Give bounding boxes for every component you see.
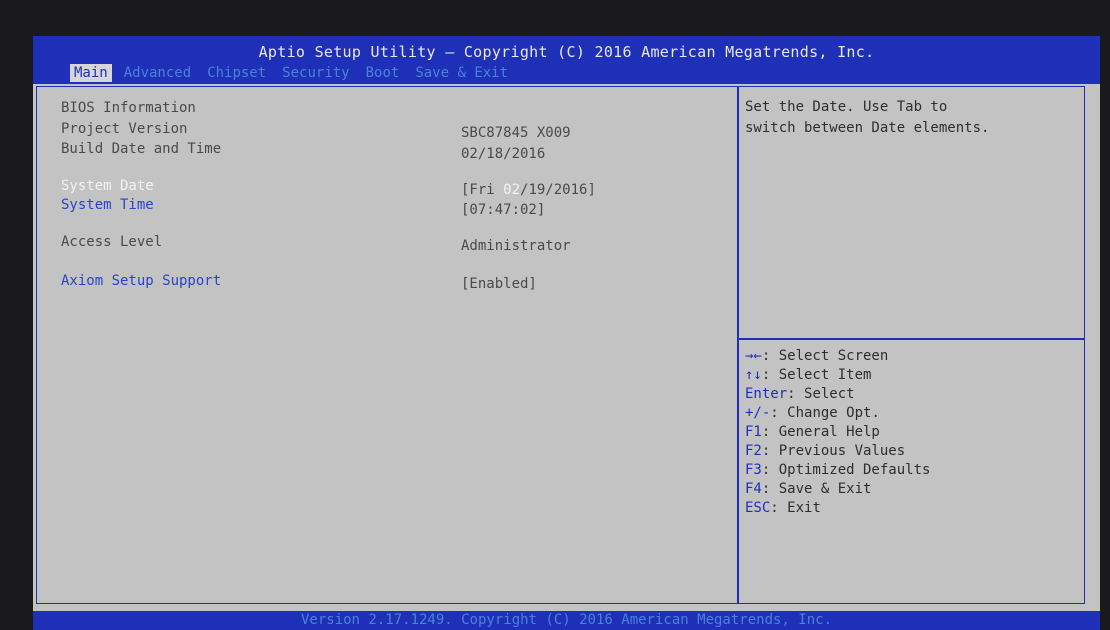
tab-boot[interactable]: Boot: [362, 64, 404, 82]
help-text: Set the Date. Use Tab to switch between …: [745, 97, 989, 139]
system-date-weekday: [Fri: [461, 182, 504, 198]
project-version-label: Project Version: [61, 121, 188, 137]
panel-divider: [737, 87, 739, 603]
axiom-setup-support-label[interactable]: Axiom Setup Support: [61, 272, 221, 290]
access-level-label: Access Level: [61, 234, 163, 250]
version-footer: Version 2.17.1249. Copyright (C) 2016 Am…: [33, 611, 1100, 630]
system-date-month-field[interactable]: 02: [503, 182, 520, 198]
key-select-screen: →←: Select Screen: [745, 348, 889, 364]
axiom-setup-support-value[interactable]: [Enabled]: [461, 275, 537, 293]
tab-chipset[interactable]: Chipset: [203, 64, 270, 82]
key-legend: →←: Select Screen ↑↓: Select Item Enter:…: [745, 347, 930, 518]
key-enter-select: Enter: Select: [745, 386, 855, 402]
system-time-value[interactable]: [07:47:02]: [461, 201, 545, 219]
help-divider: [737, 338, 1084, 340]
help-line-2: switch between Date elements.: [745, 120, 990, 136]
utility-title: Aptio Setup Utility – Copyright (C) 2016…: [258, 43, 875, 61]
header-bar: Aptio Setup Utility – Copyright (C) 2016…: [33, 36, 1100, 84]
key-save-exit: F4: Save & Exit: [745, 481, 872, 497]
system-date-label[interactable]: System Date: [61, 177, 154, 195]
tab-main[interactable]: Main: [70, 64, 112, 82]
system-date-day-year: /19/2016]: [520, 182, 596, 198]
tab-bar: Main Advanced Chipset Security Boot Save…: [70, 64, 520, 82]
key-general-help: F1: General Help: [745, 424, 880, 440]
key-change-opt: +/-: Change Opt.: [745, 405, 880, 421]
tab-save-exit[interactable]: Save & Exit: [411, 64, 512, 82]
build-date-label: Build Date and Time: [61, 141, 222, 157]
content-frame: BIOS Information Project Version SBC8784…: [36, 86, 1085, 604]
tab-security[interactable]: Security: [278, 64, 353, 82]
project-version-value: SBC87845 X009: [461, 125, 571, 141]
system-date-value[interactable]: [Fri 02/19/2016]: [461, 181, 596, 199]
tab-advanced[interactable]: Advanced: [120, 64, 195, 82]
key-select-item: ↑↓: Select Item: [745, 367, 872, 383]
bios-screen: Aptio Setup Utility – Copyright (C) 2016…: [33, 36, 1100, 630]
settings-panel: BIOS Information Project Version SBC8784…: [37, 87, 737, 603]
bios-information-heading: BIOS Information: [61, 100, 196, 116]
key-optimized-defaults: F3: Optimized Defaults: [745, 462, 931, 478]
key-previous-values: F2: Previous Values: [745, 443, 906, 459]
system-time-label[interactable]: System Time: [61, 196, 154, 214]
access-level-value: Administrator: [461, 238, 571, 254]
help-line-1: Set the Date. Use Tab to: [745, 99, 948, 115]
build-date-value: 02/18/2016: [461, 146, 546, 162]
key-exit: ESC: Exit: [745, 500, 821, 516]
